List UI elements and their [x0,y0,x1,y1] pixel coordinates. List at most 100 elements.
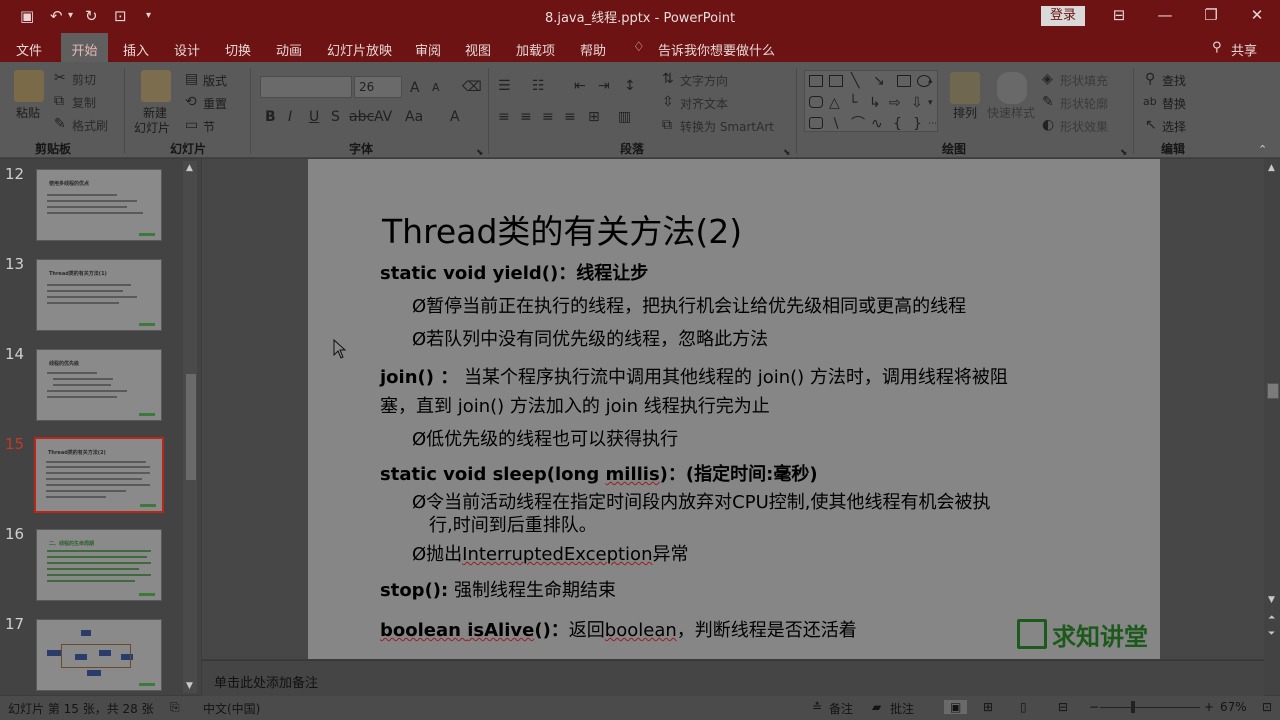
text-direction-button[interactable]: 文字方向 [680,72,728,89]
font-name-field[interactable] [260,76,352,98]
format-painter-icon[interactable]: ✎ [54,116,66,132]
curve-shape-icon[interactable]: ∖ [831,116,840,132]
align-left-icon[interactable]: ≡ [498,109,510,125]
slide-sorter-icon[interactable]: ⊞ [983,700,993,714]
smartart-icon[interactable]: ⧉ [662,117,672,133]
normal-view-icon[interactable]: ▣ [944,700,968,714]
reading-view-icon[interactable]: ▯ [1020,700,1027,714]
comments-button[interactable]: 批注 [890,700,914,717]
join-line-2[interactable]: 塞，直到 join() 方法加入的 join 线程执行完为止 [380,392,770,418]
yield-bullet-2[interactable]: Ø若队列中没有同优先级的线程，忽略此方法 [412,325,768,351]
slide-thumbnail-13[interactable]: Thread类的有关方法(1) [36,259,162,331]
scroll-down-icon[interactable]: ▼ [1268,595,1275,605]
slide-thumbnail-17[interactable] [36,619,162,691]
shape-outline-button[interactable]: 形状轮廓 [1060,95,1108,112]
copy-icon[interactable]: ⧉ [54,93,64,109]
zoom-level[interactable]: 67% [1220,700,1247,714]
format-painter-button[interactable]: 格式刷 [72,117,108,134]
tab-animations[interactable]: 动画 [276,40,302,59]
callout-shape-icon[interactable] [809,117,823,129]
line-shape-icon[interactable]: ╲ [851,73,859,89]
sleep-bullet-1b[interactable]: 行,时间到后重排队。 [429,511,597,537]
slide-thumbnail-14[interactable]: 线程的优先级 [36,349,162,421]
change-case-icon[interactable]: Aa [405,109,423,125]
notes-pane[interactable]: 单击此处添加备注 [202,660,1264,696]
text-direction-icon[interactable]: ⇅ [662,71,674,87]
tab-transitions[interactable]: 切换 [225,40,251,59]
gallery-scroll-down-icon[interactable]: ▾ [928,95,933,111]
strikethrough-icon[interactable]: abc [349,109,374,125]
slideshow-view-icon[interactable]: ⊟ [1058,700,1068,714]
tab-design[interactable]: 设计 [174,40,200,59]
char-spacing-icon[interactable]: AV [374,109,392,125]
share-icon[interactable]: ⚲ [1212,40,1222,55]
slide-scroll-thumb[interactable] [1267,383,1279,399]
replace-icon[interactable]: ab [1143,94,1157,110]
join-line-1[interactable]: join() ： 当某个程序执行流中调用其他线程的 join() 方法时，调用线… [380,363,1008,389]
arc-shape-icon[interactable]: ⌒ [851,116,865,132]
sleep-heading[interactable]: static void sleep(long millis)：(指定时间:毫秒) [380,460,818,486]
tab-file[interactable]: 文件 [16,40,42,59]
layout-button[interactable]: 版式 [203,72,227,89]
freeform-shape-icon[interactable]: ∿ [871,116,883,132]
shape-outline-icon[interactable]: ✎ [1042,94,1054,110]
section-icon[interactable]: ▭ [185,117,198,133]
find-icon[interactable]: ⚲ [1145,71,1155,87]
arrange-button[interactable]: 排列 [953,104,977,121]
quick-styles-icon[interactable] [997,72,1027,104]
left-brace-shape-icon[interactable]: { [893,116,902,132]
line-spacing-icon[interactable]: ↕ [624,78,636,94]
language-status[interactable]: 中文(中国) [203,700,260,717]
slide-scrollbar[interactable]: ▲ ▼ ⏶ ⏷ [1264,159,1280,695]
align-text-button[interactable]: 对齐文本 [680,95,728,112]
minimize-icon[interactable]: — [1150,4,1180,26]
yield-bullet-1[interactable]: Ø暂停当前正在执行的线程，把执行机会让给优先级相同或更高的线程 [412,292,966,318]
share-button[interactable]: 共享 [1231,40,1257,59]
reset-button[interactable]: 重置 [203,95,227,112]
right-brace-shape-icon[interactable]: } [913,116,922,132]
triangle-shape-icon[interactable]: △ [829,95,840,111]
columns-icon[interactable]: ▥ [618,109,631,125]
slide-thumbnail-16[interactable]: 二、线程的生命周期 [36,529,162,601]
smartart-button[interactable]: 转换为 SmartArt [680,118,774,135]
zoom-slider[interactable] [1100,707,1200,708]
gallery-more-icon[interactable]: ⋯ [928,116,937,132]
numbering-icon[interactable]: ☷ [532,78,545,94]
quick-styles-button[interactable]: 快速样式 [987,104,1035,121]
close-icon[interactable]: ✕ [1242,4,1272,26]
yield-heading[interactable]: static void yield()：线程让步 [380,259,648,285]
new-slide-icon[interactable] [141,70,171,102]
underline-icon[interactable]: U [309,109,319,125]
paste-button[interactable]: 粘贴 [16,104,40,121]
slide[interactable]: Thread类的有关方法(2) static void yield()：线程让步… [308,159,1160,659]
elbow-arrow-shape-icon[interactable]: ↳ [869,95,881,111]
decrease-indent-icon[interactable]: ⇤ [574,78,586,94]
align-text-icon[interactable]: ⇳ [662,94,674,110]
gallery-scroll-up-icon[interactable]: ▴ [928,73,933,89]
cut-icon[interactable]: ✂ [54,70,66,86]
scroll-up-icon[interactable]: ▲ [186,163,193,173]
replace-button[interactable]: 替换 [1162,95,1186,112]
join-bullet-1[interactable]: Ø低优先级的线程也可以获得执行 [412,425,678,451]
stop-line[interactable]: stop(): 强制线程生命期结束 [380,576,616,602]
right-arrow-shape-icon[interactable]: ⇨ [889,95,901,111]
zoom-out-icon[interactable]: − [1089,700,1099,714]
down-arrow-shape-icon[interactable]: ⇩ [911,95,923,111]
select-icon[interactable]: ↖ [1145,117,1157,133]
thumbnail-scrollbar[interactable]: ▲ ▼ [183,161,197,693]
shape-effects-icon[interactable]: ◐ [1042,117,1054,133]
fit-to-window-icon[interactable]: ⊡ [1262,700,1272,714]
find-button[interactable]: 查找 [1162,72,1186,89]
zoom-slider-thumb[interactable] [1131,701,1135,713]
layout-icon[interactable]: ▤ [185,71,198,87]
decrease-font-icon[interactable]: A [432,80,440,96]
rectangle-shape-icon[interactable] [897,75,911,87]
distributed-icon[interactable]: ⊞ [588,109,600,125]
increase-font-icon[interactable]: A [410,80,420,96]
previous-slide-icon[interactable]: ⏶ [1268,613,1275,623]
vertical-textbox-shape-icon[interactable] [829,75,843,87]
clear-format-icon[interactable]: ⌫ [462,79,482,95]
collapse-ribbon-icon[interactable]: ⌃ [1258,142,1267,158]
notes-toggle-button[interactable]: 备注 [829,700,853,717]
elbow-connector-shape-icon[interactable]: └ [849,95,857,111]
